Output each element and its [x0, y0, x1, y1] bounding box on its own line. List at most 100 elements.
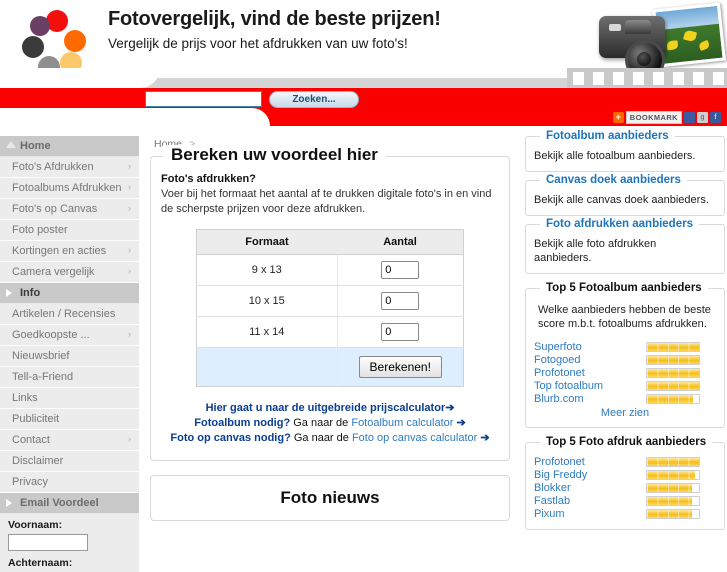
sidebar-section-label: Info: [20, 287, 41, 299]
box-text[interactable]: Bekijk alle foto afdrukken aanbieders.: [534, 237, 716, 265]
rating-bar: [646, 355, 700, 365]
arrow-icon: ➔: [480, 432, 490, 444]
calculator-legend: Bereken uw voordeel hier: [163, 145, 386, 165]
provider-link[interactable]: Pixum: [534, 508, 646, 520]
box-top5-foto-afdruk: Top 5 Foto afdruk aanbieders Profotonet …: [525, 436, 725, 530]
chevron-right-icon: ›: [128, 266, 131, 276]
aantal-input-11x14[interactable]: [381, 323, 420, 341]
sidebar-item-tell-a-friend[interactable]: Tell-a-Friend: [0, 367, 139, 388]
sidebar-item-fotos-op-canvas[interactable]: Foto's op Canvas ›: [0, 199, 139, 220]
sidebar-item-home[interactable]: Home: [0, 136, 139, 157]
search-button[interactable]: Zoeken...: [269, 91, 359, 108]
sidebar-item-nieuwsbrief[interactable]: Nieuwsbrief: [0, 346, 139, 367]
sidebar-item-privacy[interactable]: Privacy: [0, 472, 139, 493]
cell-aantal: [337, 316, 464, 348]
table-row: 10 x 15: [196, 285, 464, 317]
firstname-field[interactable]: [8, 534, 88, 551]
list-item: Blokker: [534, 482, 716, 494]
sidebar-item-publiciteit[interactable]: Publiciteit: [0, 409, 139, 430]
chevron-right-icon: ›: [128, 434, 131, 444]
sidebar-item-label: Disclaimer: [12, 455, 64, 467]
provider-link[interactable]: Fastlab: [534, 495, 646, 507]
sidebar-item-disclaimer[interactable]: Disclaimer: [0, 451, 139, 472]
provider-link[interactable]: Blokker: [534, 482, 646, 494]
canvas-prompt: Foto op canvas nodig?: [170, 432, 291, 444]
meer-zien-link[interactable]: Meer zien: [534, 407, 716, 419]
link-prijscalculator[interactable]: Hier gaat u naar de uitgebreide prijscal…: [206, 402, 446, 414]
box-title: Top 5 Foto afdruk aanbieders: [540, 436, 713, 448]
box-title[interactable]: Canvas doek aanbieders: [540, 174, 687, 186]
cell-formaat: 9 x 13: [196, 254, 338, 286]
calculator-panel: Bereken uw voordeel hier Foto's afdrukke…: [150, 145, 510, 461]
box-fotoalbum-aanbieders: Fotoalbum aanbieders Bekijk alle fotoalb…: [525, 130, 725, 172]
provider-link[interactable]: Fotogoed: [534, 354, 646, 366]
list-item: Profotonet: [534, 367, 716, 379]
box-title[interactable]: Fotoalbum aanbieders: [540, 130, 675, 142]
newsletter-form: Voornaam: Achternaam:: [0, 514, 139, 572]
sidebar-item-label: Links: [12, 392, 38, 404]
sidebar-item-goedkoopste[interactable]: Goedkoopste ... ›: [0, 325, 139, 346]
box-title: Top 5 Fotoalbum aanbieders: [540, 282, 708, 294]
sidebar-item-foto-poster[interactable]: Foto poster: [0, 220, 139, 241]
canvas-text: Ga naar de: [290, 432, 352, 444]
stumbleupon-icon[interactable]: g: [697, 112, 708, 123]
filmstrip-icon: [567, 68, 727, 88]
sidebar-item-label: Foto's Afdrukken: [12, 161, 94, 173]
provider-link[interactable]: Superfoto: [534, 341, 646, 353]
rating-bar: [646, 496, 700, 506]
sidebar-item-camera-vergelijk[interactable]: Camera vergelijk ›: [0, 262, 139, 283]
link-fotoalbum-calculator[interactable]: Fotoalbum calculator: [351, 417, 453, 429]
home-icon: [6, 141, 16, 148]
provider-link[interactable]: Blurb.com: [534, 393, 646, 405]
provider-link[interactable]: Profotonet: [534, 367, 646, 379]
fotoalbum-text: Ga naar de: [290, 417, 352, 429]
bookmark-widget[interactable]: + BOOKMARK g f: [612, 111, 721, 124]
left-sidebar: Home Foto's Afdrukken › Fotoalbums Afdru…: [0, 136, 139, 572]
provider-link[interactable]: Top fotoalbum: [534, 380, 646, 392]
sidebar-item-artikelen-recensies[interactable]: Artikelen / Recensies: [0, 304, 139, 325]
cell-formaat: 11 x 14: [196, 316, 338, 348]
list-item: Blurb.com: [534, 393, 716, 405]
delicious-icon[interactable]: [684, 112, 695, 123]
chevron-right-icon: ›: [128, 161, 131, 171]
calculator-table: Formaat Aantal 9 x 13 10 x 15 11 x 1: [196, 229, 464, 387]
table-header-row: Formaat Aantal: [196, 229, 464, 255]
arrow-icon: ➔: [456, 417, 466, 429]
right-sidebar: Fotoalbum aanbieders Bekijk alle fotoalb…: [525, 130, 725, 538]
bookmark-label[interactable]: BOOKMARK: [625, 111, 682, 124]
camera-photo-image: [593, 2, 726, 80]
sidebar-item-label: Goedkoopste ...: [12, 329, 90, 341]
link-row-fotoalbum: Fotoalbum nodig? Ga naar de Fotoalbum ca…: [161, 416, 499, 431]
box-title[interactable]: Foto afdrukken aanbieders: [540, 218, 699, 230]
sidebar-item-label: Foto's op Canvas: [12, 203, 98, 215]
box-text[interactable]: Bekijk alle fotoalbum aanbieders.: [534, 149, 716, 163]
sidebar-item-label: Kortingen en acties: [12, 245, 107, 257]
aantal-input-10x15[interactable]: [381, 292, 420, 310]
link-canvas-calculator[interactable]: Foto op canvas calculator: [352, 432, 477, 444]
sidebar-item-label: Home: [20, 140, 51, 152]
list-item: Big Freddy: [534, 469, 716, 481]
sidebar-item-kortingen-en-acties[interactable]: Kortingen en acties ›: [0, 241, 139, 262]
list-item: Top fotoalbum: [534, 380, 716, 392]
chevron-right-icon: ›: [128, 245, 131, 255]
sidebar-item-fotoalbums-afdrukken[interactable]: Fotoalbums Afdrukken ›: [0, 178, 139, 199]
table-row: 11 x 14: [196, 316, 464, 348]
aantal-input-9x13[interactable]: [381, 261, 420, 279]
sidebar-item-contact[interactable]: Contact ›: [0, 430, 139, 451]
facebook-icon[interactable]: f: [710, 112, 721, 123]
sidebar-item-label: Contact: [12, 434, 50, 446]
arrow-icon: ➔: [445, 402, 455, 414]
box-text[interactable]: Bekijk alle canvas doek aanbieders.: [534, 193, 716, 207]
table-footer-row: Berekenen!: [196, 347, 464, 387]
search-input[interactable]: [145, 91, 262, 107]
provider-link[interactable]: Profotonet: [534, 456, 646, 468]
provider-link[interactable]: Big Freddy: [534, 469, 646, 481]
bookmark-plus-icon[interactable]: +: [612, 112, 624, 123]
firstname-label: Voornaam:: [8, 519, 63, 531]
rating-bar: [646, 457, 700, 467]
sidebar-item-fotos-afdrukken[interactable]: Foto's Afdrukken ›: [0, 157, 139, 178]
rating-bar: [646, 368, 700, 378]
sidebar-item-links[interactable]: Links: [0, 388, 139, 409]
berekenen-button[interactable]: Berekenen!: [358, 356, 442, 378]
chevron-right-icon: ›: [128, 182, 131, 192]
